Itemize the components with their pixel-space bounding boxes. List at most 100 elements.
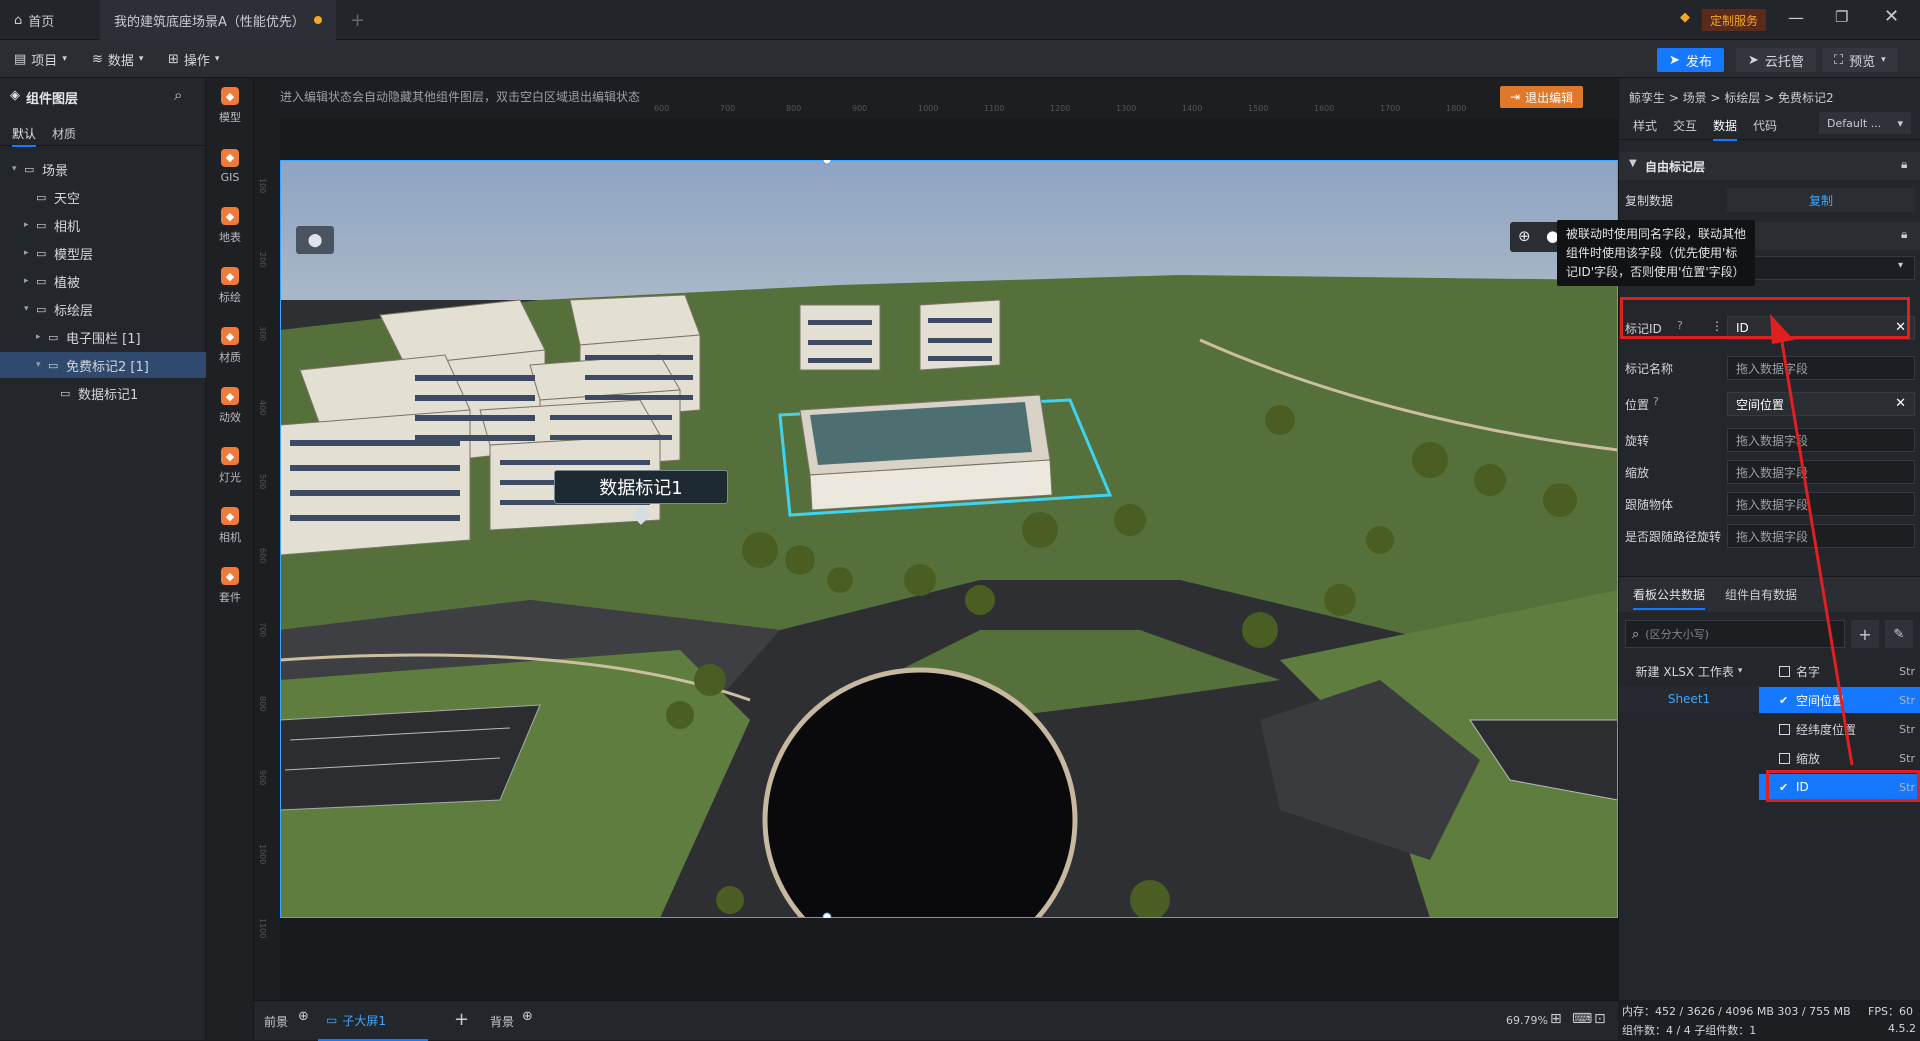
new-tab-icon[interactable]: + (350, 10, 365, 31)
ruler-tick: 1600 (1314, 104, 1335, 113)
tree-item[interactable]: ▭ 天空 (0, 184, 206, 210)
console-icon[interactable]: ⊡ (1594, 1011, 1606, 1027)
scene-icon: ▭ (24, 162, 35, 176)
globe-icon[interactable]: ⊕ (1518, 227, 1531, 245)
ruler-tick: 1200 (1050, 104, 1071, 113)
caret-icon[interactable]: ▸ (24, 248, 36, 258)
component-icon-bar: ◆ 模型 ◆ GIS ◆ 地表 ◆ 标绘 ◆ 材质 ◆ 动效 ◆ 灯光 ◆ 相机 ◆ 套件 (206, 78, 254, 1040)
tab-default[interactable]: 默认 (12, 125, 37, 147)
document-tab-label: 我的建筑底座场景A（性能优先） (114, 14, 305, 30)
memory-readout: 内存：452 / 3626 / 4096 MB 303 / 755 MB (1622, 1005, 1851, 1018)
lock-icon[interactable]: 🔒︎ (1901, 157, 1907, 172)
component-icon-button[interactable]: ◆ 材质 (206, 318, 254, 374)
component-icon-button[interactable]: ◆ GIS (206, 138, 254, 194)
data-menu[interactable]: ≋ 数据 ▾ (92, 49, 143, 69)
unsaved-dot-icon (314, 16, 322, 24)
sub-screen-tab[interactable]: ▭ 子大屏1 (318, 1001, 428, 1041)
edit-icon[interactable]: ✎ (1885, 620, 1913, 648)
ruler-tick: 500 (258, 474, 267, 490)
caret-icon[interactable]: ▾ (36, 360, 48, 370)
data-marker-label[interactable]: 数据标记1 (554, 470, 728, 504)
search-icon[interactable]: ⌕ (174, 86, 182, 104)
publish-button[interactable]: ➤ 发布 (1657, 48, 1724, 72)
keyboard-icon[interactable]: ⌨ (1572, 1011, 1592, 1027)
caret-icon[interactable]: ▾ (12, 164, 24, 174)
back-tab[interactable]: 背景 (490, 1013, 514, 1030)
ruler-tick: 400 (258, 400, 267, 416)
property-tab[interactable]: 样式 (1633, 117, 1657, 134)
edit-hint: 进入编辑状态会自动隐藏其他组件图层，双击空白区域退出编辑状态 (280, 90, 641, 104)
preview-button[interactable]: ⛶ 预览 ▾ (1822, 48, 1898, 72)
custom-service-button[interactable]: 定制服务 (1702, 9, 1767, 31)
project-menu[interactable]: ▤ 项目 ▾ (14, 49, 67, 69)
component-icon-label: 相机 (219, 531, 241, 544)
field-label: 是否跟随路径旋转 (1625, 530, 1722, 544)
tree-item[interactable]: ▾ ▭ 场景 (0, 156, 206, 182)
ruler-tick: 1500 (1248, 104, 1269, 113)
home-tab[interactable]: ⌂ 首页 (0, 0, 86, 40)
add-circle-icon[interactable]: ⊕ (522, 1009, 533, 1024)
file-icon: ▤ (14, 51, 27, 67)
lock-icon[interactable]: 🔒︎ (1901, 227, 1907, 242)
property-tab[interactable]: 交互 (1673, 117, 1697, 134)
ruler-tick: 1100 (984, 104, 1005, 113)
default-select-value: Default ... (1827, 116, 1882, 130)
location-pin-icon[interactable]: ⬤ (296, 226, 334, 254)
tree-item[interactable]: ▸ ▭ 电子围栏 [1] (0, 324, 206, 350)
component-icon-button[interactable]: ◆ 模型 (206, 78, 254, 134)
tree-item[interactable]: ▭ 数据标记1 (0, 380, 206, 406)
exit-edit-label: 退出编辑 (1525, 90, 1574, 105)
ops-menu[interactable]: ⊞ 操作 ▾ (168, 49, 219, 69)
tree-item[interactable]: ▸ ▭ 模型层 (0, 240, 206, 266)
scene-viewport[interactable] (280, 160, 1618, 918)
tooltip-text: 被联动时使用同名字段，联动其他组件时使用该字段（优先使用'标记ID'字段，否则使… (1566, 227, 1747, 279)
tab-material[interactable]: 材质 (52, 125, 76, 142)
help-icon[interactable]: ? (1653, 395, 1659, 408)
property-tab[interactable]: 代码 (1753, 117, 1777, 134)
add-screen-icon[interactable]: + (454, 1009, 469, 1030)
fit-screen-icon[interactable]: ⊞ (1550, 1011, 1562, 1027)
tree-item[interactable]: ▸ ▭ 植被 (0, 268, 206, 294)
copy-button[interactable]: 复制 (1727, 188, 1915, 212)
layer-panel-header: ◈ 组件图层 (10, 88, 78, 107)
caret-icon[interactable]: ▾ (24, 304, 36, 314)
layer-select[interactable]: ▾ (1727, 256, 1915, 280)
close-icon[interactable]: ✕ (1884, 6, 1899, 27)
tree-item[interactable]: ▾ ▭ 标绘层 (0, 296, 206, 322)
property-tab[interactable]: 数据 (1713, 117, 1738, 141)
field-label: 缩放 (1625, 466, 1650, 480)
add-circle-icon[interactable]: ⊕ (298, 1009, 309, 1024)
sheet-item[interactable]: Sheet1 (1619, 686, 1759, 712)
data-marker-icon: ▭ (60, 386, 71, 400)
component-icon-button[interactable]: ◆ 标绘 (206, 258, 254, 314)
tree-item[interactable]: ▸ ▭ 相机 (0, 212, 206, 238)
component-icon-button[interactable]: ◆ 灯光 (206, 438, 254, 494)
component-icon-button[interactable]: ◆ 相机 (206, 498, 254, 554)
clear-icon[interactable]: ✕ (1895, 396, 1906, 411)
minimize-icon[interactable]: — (1788, 8, 1804, 27)
component-icon: ◆ (221, 207, 239, 225)
ruler-tick: 1800 (1446, 104, 1467, 113)
front-tab[interactable]: 前景 (264, 1013, 288, 1030)
layer-panel-title: 组件图层 (26, 92, 79, 107)
document-tab[interactable]: 我的建筑底座场景A（性能优先） (100, 0, 336, 40)
caret-icon[interactable]: ▸ (24, 220, 36, 230)
caret-icon[interactable]: ▸ (36, 332, 48, 342)
component-icon: ◆ (221, 387, 239, 405)
caret-icon[interactable]: ▸ (24, 276, 36, 286)
section-header[interactable]: ▼ 自由标记层 🔒︎ (1619, 152, 1920, 180)
exit-edit-button[interactable]: ⇥ 退出编辑 (1500, 86, 1584, 108)
component-icon-button[interactable]: ◆ 套件 (206, 558, 254, 614)
chevron-down-icon: ▾ (62, 54, 67, 64)
tree-item[interactable]: ▾ ▭ 免费标记2 [1] (0, 352, 206, 378)
caret-down-icon: ▼ (1629, 158, 1637, 169)
workbook-select[interactable]: 新建 XLSX 工作表 ▾ (1619, 656, 1759, 686)
default-select[interactable]: Default ... ▾ (1819, 112, 1911, 134)
component-icon: ◆ (221, 447, 239, 465)
component-icon-button[interactable]: ◆ 动效 (206, 378, 254, 434)
restore-icon[interactable]: ❐ (1835, 8, 1848, 26)
component-icon-button[interactable]: ◆ 地表 (206, 198, 254, 254)
tab-public-data[interactable]: 看板公共数据 (1633, 586, 1706, 610)
exit-icon: ⇥ (1510, 90, 1521, 104)
cloud-button[interactable]: ➤ 云托管 (1736, 48, 1816, 72)
